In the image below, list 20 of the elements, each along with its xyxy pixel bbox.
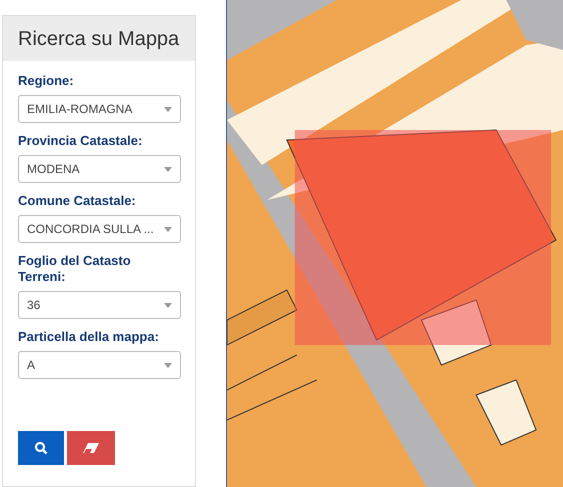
field-label: Particella della mappa: xyxy=(18,329,160,345)
field-label: Comune Catastale: xyxy=(18,193,137,209)
dropdown-caret-icon xyxy=(164,106,172,112)
eraser-button[interactable] xyxy=(67,431,115,465)
dropdown-caret-icon xyxy=(164,302,172,308)
select-field[interactable]: CONCORDIA SULLA ... xyxy=(18,215,181,243)
field-label: Foglio del Catasto Terreni: xyxy=(18,253,132,285)
select-field[interactable]: 36 xyxy=(18,291,181,319)
select-field[interactable]: EMILIA-ROMAGNA xyxy=(18,95,181,123)
field-label: Provincia Catastale: xyxy=(18,133,144,149)
dropdown-caret-icon xyxy=(164,362,172,368)
search-icon xyxy=(34,441,48,455)
select-field[interactable]: A xyxy=(18,351,181,379)
dropdown-caret-icon xyxy=(164,226,172,232)
dropdown-caret-icon xyxy=(164,166,172,172)
select-field[interactable]: MODENA xyxy=(18,155,181,183)
eraser-icon xyxy=(83,443,99,453)
field-label: Regione: xyxy=(18,73,75,89)
search-button[interactable] xyxy=(18,431,64,465)
panel-title: Ricerca su Mappa xyxy=(18,26,180,52)
